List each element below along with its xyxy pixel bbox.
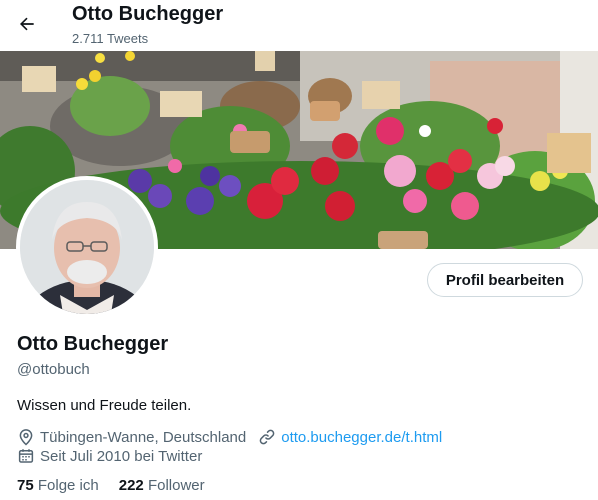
- avatar-photo: [20, 180, 154, 314]
- header-title: Otto Buchegger: [72, 3, 224, 25]
- profile-meta-location-website: Tübingen-Wanne, Deutschland otto.buchegg…: [17, 427, 442, 447]
- back-button[interactable]: [9, 6, 45, 42]
- profile-joined-date: Seit Juli 2010 bei Twitter: [40, 447, 203, 465]
- calendar-icon: [18, 449, 34, 463]
- following-link[interactable]: 75 Folge ich: [17, 477, 99, 494]
- profile-website-link[interactable]: otto.buchegger.de/t.html: [281, 429, 442, 446]
- profile-header: Otto Buchegger 2.711 Tweets: [0, 0, 598, 51]
- profile-handle: @ottobuch: [17, 361, 90, 378]
- profile-location: Tübingen-Wanne, Deutschland: [40, 428, 247, 446]
- profile-bio: Wissen und Freude teilen.: [17, 397, 192, 414]
- profile-avatar[interactable]: [16, 176, 158, 318]
- followers-link[interactable]: 222 Follower: [119, 477, 205, 494]
- arrow-left-icon: [20, 17, 34, 31]
- tweet-count: 2.711 Tweets: [72, 31, 149, 46]
- followers-label: Follower: [147, 477, 205, 494]
- followers-count: 222: [118, 477, 144, 494]
- link-icon: [259, 429, 275, 445]
- profile-meta-joined: Seit Juli 2010 bei Twitter: [17, 446, 202, 466]
- following-label: Folge ich: [37, 477, 99, 494]
- following-count: 75: [17, 477, 34, 494]
- profile-name: Otto Buchegger: [17, 333, 169, 355]
- location-pin-icon: [19, 429, 33, 446]
- follow-stats: 75 Folge ich 222 Follower: [17, 477, 225, 494]
- edit-profile-button[interactable]: Profil bearbeiten: [427, 263, 583, 297]
